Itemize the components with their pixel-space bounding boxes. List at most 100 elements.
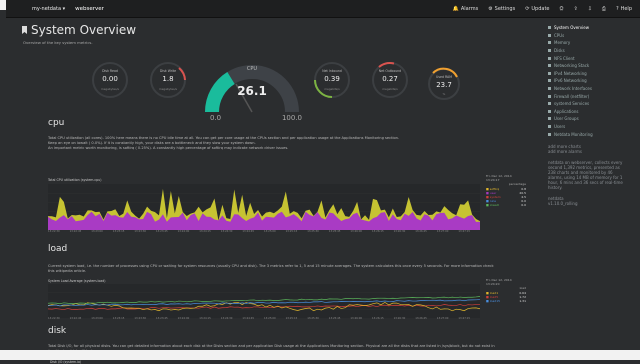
section-heading-disk: disk: [48, 326, 67, 336]
tick-label: 13:25:45: [328, 317, 341, 320]
tick-label: 13:24:45: [242, 317, 255, 320]
x-axis-ticks: 13:22:30 13:22:45 13:23:00 13:23:15 13:23:30…: [48, 317, 480, 322]
gauge-disk-read[interactable]: Disk Read 0.00 megabytes/s: [90, 60, 130, 100]
cpu-chart[interactable]: Total CPU utilization (system.cpu) 13:22…: [46, 170, 526, 234]
tick-label: 13:24:00: [177, 230, 190, 233]
menu-icon: [548, 71, 551, 75]
tick-label: 13:26:30: [393, 317, 406, 320]
load-chart[interactable]: System Load Average (system.load) 13:22:…: [46, 276, 526, 324]
section-heading-load: load: [48, 244, 68, 254]
tick-label: 13:23:30: [134, 317, 147, 320]
tick-label: 13:22:30: [48, 317, 60, 320]
menu-icon: [548, 79, 551, 83]
update-button[interactable]: ⟳ Update: [525, 6, 549, 12]
tick-label: 13:25:15: [285, 317, 298, 320]
tick-label: 13:25:00: [264, 230, 276, 233]
tick-label: 13:23:30: [134, 230, 147, 233]
menu-icon: [548, 49, 551, 53]
sidebar-item[interactable]: Network Interfaces: [548, 85, 640, 93]
menu-icon: [548, 94, 551, 98]
chart-title: Total CPU utilization (system.cpu): [48, 178, 102, 182]
gauge-net-inbound[interactable]: Net Inbound 0.39 megabits/s: [312, 60, 352, 100]
page-name: webserver: [75, 5, 104, 12]
page-subtitle: Overview of the key system metrics.: [23, 40, 93, 45]
sidebar-item[interactable]: CPUs: [548, 32, 640, 40]
settings-button[interactable]: ⚙ Settings: [488, 6, 515, 12]
page-title: System Overview: [22, 23, 136, 37]
load-legend: Fri, Dec 12, 2014 13:24:20 load ■ load1 0…: [486, 278, 526, 304]
tick-label: 13:24:30: [220, 317, 233, 320]
tick-label: 13:23:15: [112, 317, 125, 320]
section-heading-cpu: cpu: [48, 118, 65, 128]
tick-label: 13:24:15: [199, 317, 211, 320]
gauge-cpu[interactable]: CPU 26.1 0.0 100.0: [202, 62, 302, 122]
sidebar: System Overview CPUs Memory Disks NFS Client…: [548, 18, 640, 360]
tick-label: 13:26:45: [415, 317, 427, 320]
sidebar-item[interactable]: Networking Stack: [548, 62, 640, 70]
cpu-description: Total CPU utilization (all cores). 100% …: [48, 136, 400, 150]
help-button[interactable]: ? Help: [616, 6, 632, 12]
sidebar-item[interactable]: NFS Client: [548, 54, 640, 62]
sidebar-item[interactable]: IPv6 Networking: [548, 77, 640, 85]
tick-label: 13:24:15: [199, 230, 211, 233]
sidebar-item[interactable]: Users: [548, 123, 640, 131]
menu-icon: [548, 33, 551, 37]
tick-label: 13:27:00: [436, 317, 449, 320]
bell-icon: 🔔: [452, 5, 459, 12]
cpu-area-plot[interactable]: [48, 184, 480, 230]
tick-label: 13:23:45: [156, 317, 168, 320]
version-block: netdata v1.10.0_rolling: [548, 195, 578, 206]
sidebar-item[interactable]: Applications: [548, 108, 640, 116]
tick-label: 13:27:00: [436, 230, 449, 233]
sidebar-item[interactable]: IPv4 Networking: [548, 70, 640, 78]
menu-icon: [548, 102, 551, 106]
sidebar-item[interactable]: systemd Services: [548, 100, 640, 108]
letterbox-bottom: [0, 350, 640, 360]
download-icon[interactable]: ⇩: [588, 6, 592, 12]
add-alarms-link[interactable]: add more alarms: [548, 149, 640, 154]
alarms-button[interactable]: 🔔 Alarms: [453, 6, 479, 12]
print-icon[interactable]: ⎙: [602, 6, 606, 12]
sidebar-item[interactable]: Disks: [548, 47, 640, 55]
sidebar-item[interactable]: Firewall (netfilter): [548, 92, 640, 100]
sidebar-item[interactable]: Netdata Monitoring: [548, 130, 640, 138]
tick-label: 13:24:00: [177, 317, 190, 320]
tick-label: 13:25:15: [285, 230, 298, 233]
gauge-net-outbound[interactable]: Net Outbound 0.27 megabits/s: [370, 60, 410, 100]
bookmark-icon: [22, 26, 27, 34]
tick-label: 13:26:00: [350, 230, 363, 233]
legend-row[interactable]: ■ iowait 0.0: [486, 203, 526, 207]
tick-label: 13:23:45: [156, 230, 168, 233]
tick-label: 13:22:45: [69, 230, 82, 233]
tick-label: 13:26:45: [415, 230, 427, 233]
load-line-plot[interactable]: [48, 284, 480, 318]
top-navbar: my-netdata ▾ webserver 🔔 Alarms ⚙ Settings…: [6, 0, 640, 18]
menu-icon: [548, 26, 551, 30]
load-description: Current system load, i.e. the number of …: [48, 264, 494, 273]
sidebar-item[interactable]: Memory: [548, 39, 640, 47]
tick-label: 13:23:00: [91, 317, 103, 320]
tick-label: 13:23:00: [91, 230, 103, 233]
host-selector[interactable]: my-netdata ▾: [28, 4, 69, 14]
upload-icon[interactable]: ⇪: [574, 6, 578, 12]
update-icon: ⟳: [525, 5, 530, 12]
legend-row[interactable]: ■ load15 1.31: [486, 299, 526, 303]
menu-icon: [548, 125, 551, 129]
gauge-disk-write[interactable]: Disk Write 1.8 megabytes/s: [148, 60, 188, 100]
sidebar-item[interactable]: User Groups: [548, 115, 640, 123]
gauge-used-ram[interactable]: Used RAM 23.7 %: [426, 66, 462, 102]
tick-label: 13:25:30: [307, 317, 319, 320]
tick-label: 13:27:15: [458, 317, 471, 320]
tick-label: 13:22:45: [69, 317, 82, 320]
tick-label: 13:22:30: [48, 230, 60, 233]
gear-icon: ⚙: [488, 5, 493, 12]
menu-icon: [548, 41, 551, 45]
tick-label: 13:25:30: [307, 230, 319, 233]
sidebar-item[interactable]: System Overview: [548, 24, 640, 32]
nodes-icon[interactable]: ⛭: [560, 6, 564, 12]
tick-label: 13:26:30: [393, 230, 406, 233]
tick-label: 13:25:45: [328, 230, 341, 233]
tick-label: 13:26:00: [350, 317, 363, 320]
question-icon: ?: [615, 5, 619, 12]
tick-label: 13:27:15: [458, 230, 471, 233]
